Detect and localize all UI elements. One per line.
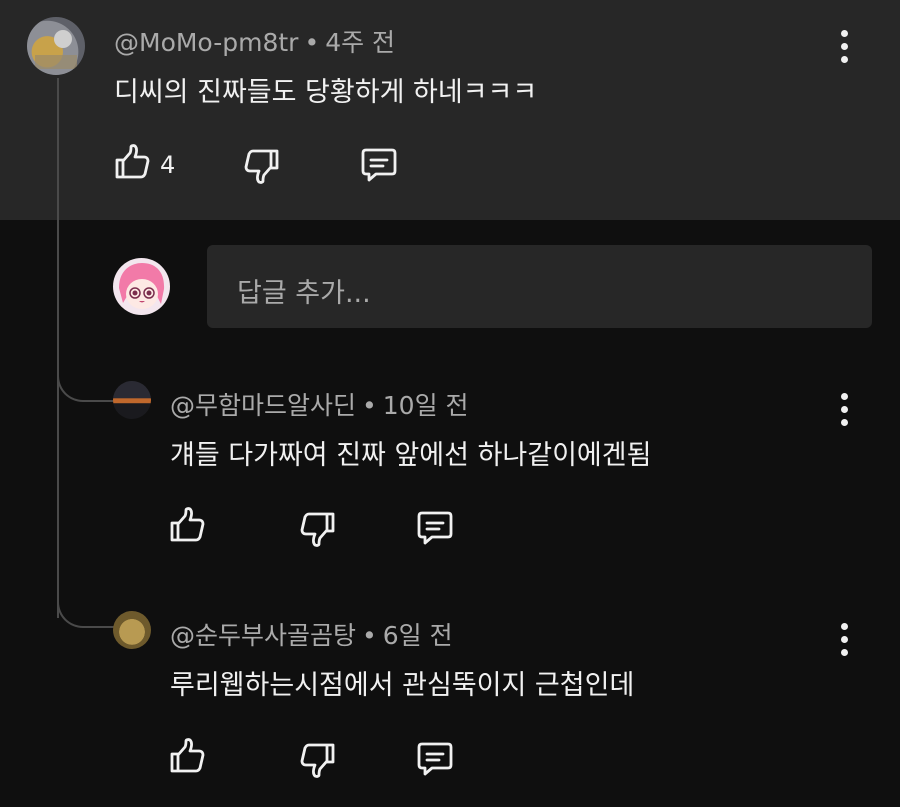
avatar-image (35, 30, 77, 69)
comment-meta: @MoMo-pm8tr • 4주 전 (114, 23, 395, 59)
comment-time[interactable]: 4주 전 (325, 28, 395, 57)
thread-connector (57, 588, 117, 628)
meta-separator: • (304, 28, 320, 57)
like-count: 4 (160, 151, 176, 179)
reply-button[interactable] (360, 145, 398, 183)
like-button[interactable] (168, 738, 206, 776)
reply-icon (417, 511, 453, 545)
reply-input-placeholder: 답글 추가... (237, 278, 371, 309)
more-vert-icon[interactable] (834, 390, 854, 430)
user-avatar[interactable] (113, 258, 170, 315)
dislike-button[interactable] (299, 509, 337, 547)
reply-text: 걔들 다가짜여 진짜 앞에선 하나같이에겐됨 (170, 440, 652, 471)
like-icon (115, 144, 150, 179)
dislike-button[interactable] (243, 146, 281, 184)
reply-time[interactable]: 10일 전 (383, 391, 469, 420)
reply-meta: @순두부사골곰탕 • 6일 전 (170, 616, 453, 652)
dislike-icon (244, 149, 279, 184)
dislike-icon (300, 743, 335, 778)
dislike-button[interactable] (299, 740, 337, 778)
comment-author[interactable]: @MoMo-pm8tr (114, 28, 298, 57)
thread-line (57, 78, 59, 618)
more-vert-icon[interactable] (834, 620, 854, 660)
reply-time[interactable]: 6일 전 (383, 621, 453, 650)
reply-text: 루리웹하는시점에서 관심뚝이지 근첩인데 (170, 670, 635, 701)
comment-text: 디씨의 진짜들도 당황하게 하네ㅋㅋㅋ (114, 77, 538, 108)
reply-meta: @무함마드알사딘 • 10일 전 (170, 386, 469, 422)
reply-input[interactable]: 답글 추가... (207, 245, 872, 328)
reply-button[interactable] (416, 739, 454, 777)
thread-connector (57, 362, 117, 402)
like-button[interactable] (168, 507, 206, 545)
meta-separator: • (362, 621, 377, 650)
meta-separator: • (362, 391, 377, 420)
reply-icon (361, 148, 397, 182)
reply-author[interactable]: @무함마드알사딘 (170, 391, 356, 420)
avatar[interactable] (113, 381, 151, 419)
reply-button[interactable] (416, 508, 454, 546)
dislike-icon (300, 512, 335, 547)
like-button[interactable] (113, 144, 151, 182)
avatar[interactable] (27, 17, 85, 75)
avatar-image (119, 263, 165, 309)
avatar[interactable] (113, 611, 151, 649)
reply-author[interactable]: @순두부사골곰탕 (170, 621, 356, 650)
reply-icon (417, 742, 453, 776)
more-vert-icon[interactable] (834, 27, 854, 67)
like-icon (170, 507, 205, 542)
like-icon (170, 738, 205, 773)
